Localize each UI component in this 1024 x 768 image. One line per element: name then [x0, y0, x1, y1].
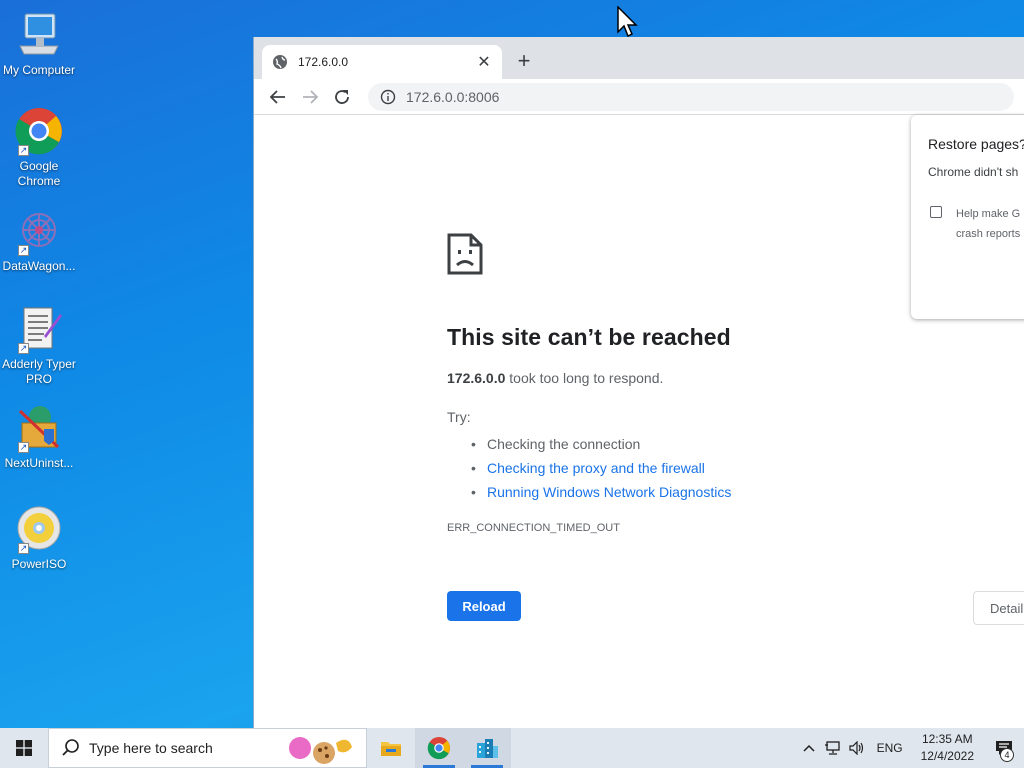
chrome-window: 172.6.0.0 ✕ + 172.6.0.0:8006 This site c… [253, 37, 1024, 728]
arrow-right-icon [303, 89, 319, 104]
show-hidden-icons-button[interactable] [797, 728, 821, 768]
error-message-text: took too long to respond. [505, 370, 664, 386]
desktop-icon-label: Google Chrome [17, 159, 61, 188]
buildings-icon [477, 739, 498, 758]
address-bar[interactable]: 172.6.0.0:8006 [368, 82, 1014, 111]
desktop-icon-adderly-typer[interactable]: ↗ Adderly Typer PRO [0, 304, 78, 387]
typer-notepad-icon: ↗ [14, 304, 64, 354]
volume-tray-icon[interactable] [845, 728, 869, 768]
error-page: This site can’t be reached 172.6.0.0 too… [254, 115, 1024, 728]
globe-icon [273, 55, 287, 69]
tab-title: 172.6.0.0 [298, 55, 349, 69]
search-highlight-cookies-icon [289, 737, 352, 764]
forward-button[interactable] [296, 83, 324, 111]
desktop-icon-my-computer[interactable]: My Computer [0, 10, 78, 78]
close-tab-icon[interactable]: ✕ [476, 52, 492, 72]
shortcut-arrow-icon: ↗ [18, 145, 29, 156]
error-host: 172.6.0.0 [447, 370, 506, 386]
restore-pages-bubble: Restore pages? Chrome didn't sh Help mak… [911, 115, 1024, 319]
system-tray: ENG 12:35 AM 12/4/2022 4 [797, 728, 1024, 768]
computer-icon [14, 10, 64, 60]
error-headline: This site can’t be reached [447, 324, 731, 350]
search-icon [62, 739, 79, 756]
clock-date: 12/4/2022 [920, 749, 974, 763]
network-tray-icon[interactable] [821, 728, 845, 768]
refresh-icon [335, 89, 349, 104]
suggestion-check-connection: Checking the connection [466, 432, 731, 456]
chrome-icon [427, 736, 451, 760]
suggestion-proxy-firewall-link[interactable]: Checking the proxy and the firewall [466, 456, 731, 480]
desktop-icon-nextuninstaller[interactable]: ↗ NextUninst... [0, 403, 78, 471]
disc-icon: ↗ [14, 504, 64, 554]
suggestion-list: Checking the connection Checking the pro… [466, 432, 731, 504]
chrome-icon: ↗ [14, 106, 64, 156]
desktop-icon-google-chrome[interactable]: ↗ Google Chrome [0, 106, 78, 189]
tab-strip: 172.6.0.0 ✕ + [254, 37, 1024, 79]
chevron-up-icon [803, 744, 815, 752]
shortcut-arrow-icon: ↗ [18, 543, 29, 554]
browser-toolbar: 172.6.0.0:8006 [254, 79, 1024, 115]
details-button[interactable]: Detail [973, 591, 1024, 625]
taskbar-app-buildings[interactable] [463, 728, 511, 768]
suggestion-network-diagnostics-link[interactable]: Running Windows Network Diagnostics [466, 480, 731, 504]
desktop-icon-label: NextUninst... [4, 456, 74, 470]
desktop-icon-label: My Computer [2, 63, 76, 77]
crash-report-checkbox[interactable] [930, 206, 942, 218]
desktop-icon-label: DataWagon... [2, 259, 76, 273]
arrow-left-icon [269, 89, 285, 104]
speaker-icon [848, 741, 863, 755]
taskbar-chrome[interactable] [415, 728, 463, 768]
restore-body: Chrome didn't sh [928, 165, 1019, 179]
taskbar-search-box[interactable]: Type here to search [48, 728, 367, 768]
desktop-icon-label: Adderly Typer PRO [2, 357, 76, 386]
notification-count: 4 [1000, 748, 1014, 762]
address-text: 172.6.0.0:8006 [406, 88, 500, 105]
taskbar-clock[interactable]: 12:35 AM 12/4/2022 [911, 731, 984, 765]
shortcut-arrow-icon: ↗ [18, 343, 29, 354]
desktop-icon-datawagon[interactable]: ↗ DataWagon... [0, 206, 78, 274]
back-button[interactable] [264, 83, 292, 111]
clock-time: 12:35 AM [921, 732, 973, 746]
browser-tab[interactable]: 172.6.0.0 ✕ [262, 45, 502, 79]
restore-title: Restore pages? [928, 136, 1024, 152]
mouse-cursor-icon [617, 6, 638, 38]
sad-page-icon [447, 233, 483, 275]
desktop-icon-poweriso[interactable]: ↗ PowerISO [0, 504, 78, 572]
shortcut-arrow-icon: ↗ [18, 245, 29, 256]
crash-report-line2: crash reports [956, 228, 1021, 240]
network-icon [824, 741, 840, 755]
shortcut-arrow-icon: ↗ [18, 442, 29, 453]
error-code: ERR_CONNECTION_TIMED_OUT [447, 522, 620, 534]
input-language[interactable]: ENG [869, 741, 911, 755]
new-tab-icon[interactable]: + [512, 49, 536, 73]
uninstaller-box-icon: ↗ [14, 403, 64, 453]
crash-report-label: Help make G crash reports [956, 204, 1020, 244]
reload-button[interactable]: Reload [447, 591, 521, 621]
crash-report-line1: Help make G [956, 208, 1021, 220]
taskbar-file-explorer[interactable] [367, 728, 415, 768]
error-message: 172.6.0.0 took too long to respond. [447, 370, 663, 386]
info-icon[interactable] [380, 89, 396, 105]
action-center-button[interactable]: 4 [984, 728, 1024, 768]
search-placeholder: Type here to search [89, 740, 213, 756]
desktop-icon-label: PowerISO [11, 557, 67, 571]
try-label: Try: [447, 409, 471, 425]
reload-toolbar-button[interactable] [328, 83, 356, 111]
windows-logo-icon [16, 740, 32, 756]
folder-icon [381, 742, 401, 756]
taskbar: Type here to search ENG 12:35 AM 12/4/20… [0, 728, 1024, 768]
datawagon-icon: ↗ [14, 206, 64, 256]
start-button[interactable] [0, 728, 48, 768]
